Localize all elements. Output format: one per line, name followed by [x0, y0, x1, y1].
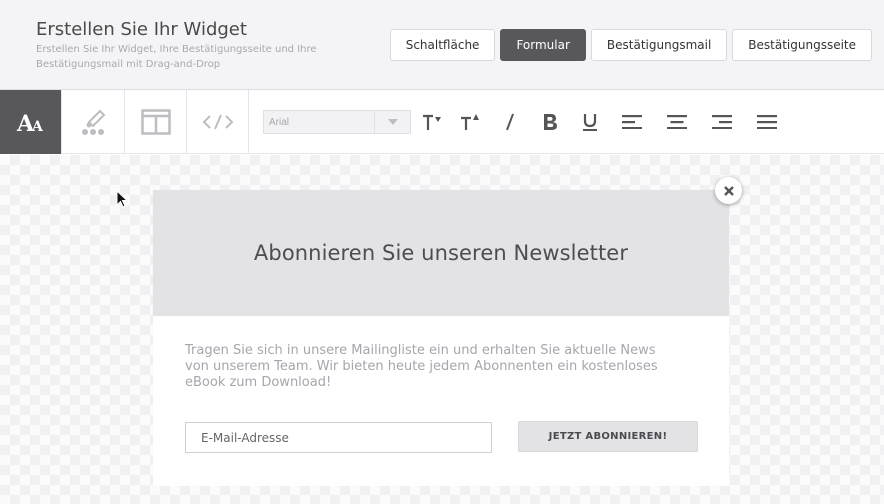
tab-confirmation-mail[interactable]: Bestätigungsmail	[590, 29, 728, 61]
text-style-icon: A A	[16, 111, 44, 134]
layout-mode-button[interactable]	[125, 90, 187, 154]
close-widget-button[interactable]	[715, 177, 742, 204]
toolbar: A A Arial	[0, 90, 884, 154]
align-left-icon	[622, 115, 642, 129]
bold-icon	[544, 114, 557, 130]
underline-button[interactable]	[576, 108, 604, 136]
increase-font-size-icon	[461, 114, 479, 130]
layout-icon	[140, 109, 171, 135]
increase-font-size-button[interactable]	[456, 108, 484, 136]
italic-button[interactable]	[496, 108, 524, 136]
subscribe-button[interactable]: JETZT ABONNIEREN!	[518, 421, 698, 452]
justify-button[interactable]	[753, 108, 781, 136]
underline-icon	[583, 114, 597, 131]
align-right-icon	[712, 115, 732, 129]
decrease-font-size-icon	[423, 114, 441, 130]
tab-form[interactable]: Formular	[500, 29, 586, 61]
newsletter-widget[interactable]: Abonnieren Sie unseren Newsletter Tragen…	[153, 190, 729, 486]
italic-icon	[506, 113, 514, 131]
editor-tabs: Schaltfläche Formular Bestätigungsmail B…	[389, 29, 872, 61]
bold-button[interactable]	[536, 108, 564, 136]
widget-header[interactable]: Abonnieren Sie unseren Newsletter	[153, 190, 729, 316]
text-style-mode-button[interactable]: A A	[0, 90, 62, 154]
tab-button[interactable]: Schaltfläche	[389, 29, 496, 61]
widget-title[interactable]: Abonnieren Sie unseren Newsletter	[254, 241, 628, 265]
email-field[interactable]	[185, 422, 492, 453]
svg-text:A: A	[31, 119, 44, 134]
widget-description[interactable]: Tragen Sie sich in unsere Mailingliste e…	[185, 343, 675, 391]
align-center-icon	[667, 115, 687, 129]
chevron-down-icon	[374, 111, 410, 133]
header: Erstellen Sie Ihr Widget Erstellen Sie I…	[0, 0, 884, 90]
decrease-font-size-button[interactable]	[418, 108, 446, 136]
code-mode-button[interactable]	[187, 90, 249, 154]
mouse-pointer-icon	[116, 190, 128, 208]
page-title: Erstellen Sie Ihr Widget	[36, 19, 247, 40]
font-family-value: Arial	[269, 117, 290, 128]
justify-icon	[757, 115, 777, 129]
align-right-button[interactable]	[708, 108, 736, 136]
font-family-select[interactable]: Arial	[263, 110, 411, 134]
design-icon	[81, 109, 105, 135]
page-subtitle: Erstellen Sie Ihr Widget, Ihre Bestätigu…	[36, 44, 317, 70]
align-left-button[interactable]	[618, 108, 646, 136]
close-icon	[723, 185, 734, 196]
code-icon	[202, 114, 233, 130]
design-mode-button[interactable]	[63, 90, 125, 154]
tab-confirmation-page[interactable]: Bestätigungsseite	[732, 29, 872, 61]
align-center-button[interactable]	[663, 108, 691, 136]
